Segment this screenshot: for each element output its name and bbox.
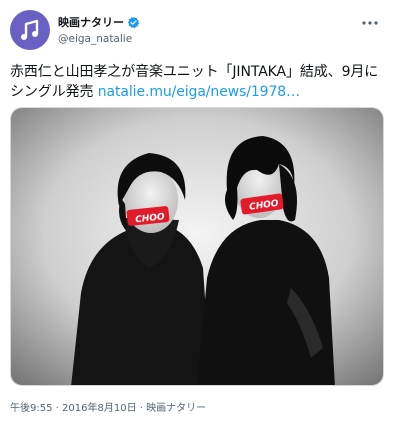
- meta-separator-2: ·: [139, 403, 143, 414]
- photo-image: CHOO CHOO: [11, 108, 383, 385]
- tweet-card: 映画ナタリー @eiga_natalie 赤西仁と山田孝之が音楽ユニット「JIN…: [0, 0, 393, 423]
- tweet-link[interactable]: natalie.mu/eiga/news/1978…: [98, 84, 300, 100]
- music-note-icon: [21, 19, 39, 40]
- verified-badge-icon: [127, 16, 140, 28]
- tweet-source: 映画ナタリー: [146, 403, 207, 414]
- author-names: 映画ナタリー @eiga_natalie: [58, 14, 140, 45]
- tweet-photo[interactable]: CHOO CHOO: [10, 107, 384, 386]
- more-options-icon[interactable]: [361, 16, 379, 30]
- display-name[interactable]: 映画ナタリー: [58, 14, 124, 30]
- tweet-date[interactable]: 2016年8月10日: [62, 403, 137, 414]
- handle[interactable]: @eiga_natalie: [58, 33, 140, 45]
- tweet-time[interactable]: 午後9:55: [10, 403, 52, 414]
- tweet-meta: 午後9:55 · 2016年8月10日 · 映画ナタリー: [10, 399, 206, 414]
- tweet-header: 映画ナタリー @eiga_natalie: [10, 10, 383, 54]
- avatar[interactable]: [10, 10, 50, 50]
- meta-separator: ·: [55, 403, 59, 414]
- tweet-text: 赤西仁と山田孝之が音楽ユニット「JINTAKA」結成、9月にシングル発売 nat…: [10, 62, 382, 102]
